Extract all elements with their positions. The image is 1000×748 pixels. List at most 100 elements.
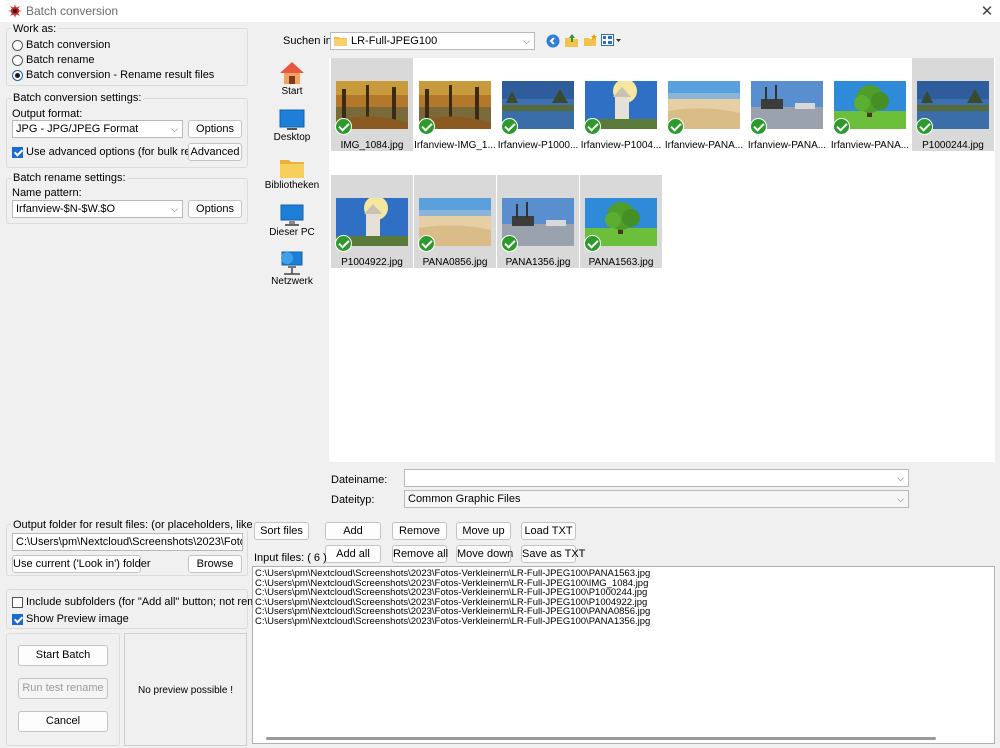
add-all-button[interactable]: Add all — [325, 545, 381, 563]
radio-label: Batch conversion — [26, 39, 111, 51]
file-thumbnail[interactable]: PANA0856.jpg — [414, 175, 496, 268]
save-as-txt-button[interactable]: Save as TXT — [521, 545, 585, 563]
radio-button[interactable] — [12, 54, 23, 66]
format-options-button[interactable]: Options — [188, 120, 242, 138]
file-thumbnail[interactable]: P1000244.jpg — [912, 58, 994, 151]
start-batch-button[interactable]: Start Batch — [18, 645, 108, 666]
file-thumbnail[interactable]: PANA1563.jpg — [580, 175, 662, 268]
up-folder-icon[interactable] — [564, 33, 579, 48]
network-icon — [281, 251, 303, 275]
move-down-button[interactable]: Move down — [456, 545, 513, 563]
filetype-select[interactable]: Common Graphic Files ⌵ — [404, 490, 909, 508]
place-label: Bibliotheken — [264, 180, 320, 191]
run-test-rename-button[interactable]: Run test rename — [18, 678, 108, 699]
look-in-select[interactable]: LR-Full-JPEG100 ⌵ — [330, 32, 535, 50]
file-thumbnail[interactable]: Irfanview-IMG_1... — [414, 58, 496, 151]
conversion-settings-title: Batch conversion settings: — [11, 92, 144, 104]
checkmark-icon — [418, 118, 435, 135]
place-label: Start — [281, 86, 303, 97]
file-thumbnail[interactable]: Irfanview-PANA... — [746, 58, 828, 151]
filetype-label: Dateityp: — [331, 494, 375, 506]
checkmark-icon — [584, 235, 601, 252]
cancel-button[interactable]: Cancel — [18, 711, 108, 732]
chevron-down-icon: ⌵ — [171, 204, 178, 214]
load-txt-button[interactable]: Load TXT — [521, 522, 576, 540]
look-in-value: LR-Full-JPEG100 — [351, 35, 438, 47]
file-thumbnail[interactable]: Irfanview-P1004... — [580, 58, 662, 151]
back-icon[interactable] — [546, 34, 560, 48]
radio-batch-conversion-rename[interactable]: Batch conversion - Rename result files — [12, 68, 214, 82]
file-name: PANA0856.jpg — [422, 257, 488, 268]
place-this-pc[interactable]: Dieser PC — [258, 203, 326, 238]
window-title: Batch conversion — [26, 4, 119, 18]
output-format-label: Output format: — [12, 108, 83, 120]
file-name: PANA1563.jpg — [588, 257, 654, 268]
include-subfolders-checkbox[interactable] — [12, 596, 23, 608]
place-network[interactable]: Netzwerk — [258, 250, 326, 287]
filename-label: Dateiname: — [331, 474, 388, 486]
remove-button[interactable]: Remove — [392, 522, 447, 540]
sort-files-button[interactable]: Sort files — [254, 522, 309, 540]
radio-batch-rename[interactable]: Batch rename — [12, 53, 94, 67]
place-desktop[interactable]: Desktop — [258, 108, 326, 143]
places-bar: Start Desktop Bibliotheken Dieser PC Net… — [258, 58, 326, 463]
output-format-select[interactable]: JPG - JPG/JPEG Format ⌵ — [12, 120, 183, 138]
filename-input[interactable]: ⌵ — [404, 469, 909, 487]
advanced-button[interactable]: Advanced — [188, 143, 242, 161]
rename-settings-title: Batch rename settings: — [11, 172, 128, 184]
place-libraries[interactable]: Bibliotheken — [258, 156, 326, 191]
output-folder-path[interactable]: C:\Users\pm\Nextcloud\Screenshots\2023\F… — [12, 533, 243, 551]
libraries-icon — [280, 160, 304, 178]
advanced-options-checkbox[interactable] — [12, 146, 23, 158]
folder-icon — [334, 37, 347, 46]
filetype-value: Common Graphic Files — [408, 493, 521, 505]
place-label: Desktop — [273, 132, 311, 143]
radio-batch-conversion[interactable]: Batch conversion — [12, 38, 110, 52]
move-up-button[interactable]: Move up — [456, 522, 511, 540]
file-name: Irfanview-PANA... — [747, 140, 827, 151]
use-current-folder-button[interactable]: Use current ('Look in') folder — [12, 555, 150, 573]
name-pattern-label: Name pattern: — [12, 187, 82, 199]
remove-all-button[interactable]: Remove all — [392, 545, 448, 563]
show-preview-checkbox[interactable] — [12, 613, 23, 625]
chevron-down-icon: ⌵ — [523, 36, 530, 46]
home-icon — [280, 62, 304, 84]
file-name: Irfanview-P1004... — [580, 140, 662, 151]
file-thumbnail[interactable]: Irfanview-P1000... — [497, 58, 579, 151]
output-format-value: JPG - JPG/JPEG Format — [16, 123, 139, 135]
radio-button-selected[interactable] — [12, 69, 23, 81]
file-thumbnail[interactable]: P1004922.jpg — [331, 175, 413, 268]
irfanview-logo-icon — [8, 4, 22, 18]
file-thumbnail[interactable]: Irfanview-PANA... — [663, 58, 745, 151]
close-button[interactable]: ✕ — [976, 1, 998, 21]
file-thumbnail[interactable]: Irfanview-PANA... — [829, 58, 911, 151]
output-folder-title: Output folder for result files: (or plac… — [11, 519, 279, 531]
radio-button[interactable] — [12, 39, 23, 51]
look-in-label: Suchen in: — [283, 35, 335, 47]
horizontal-scrollbar[interactable] — [266, 737, 936, 740]
browse-button[interactable]: Browse — [188, 555, 242, 573]
add-button[interactable]: Add — [325, 522, 381, 540]
file-name: P1000244.jpg — [922, 140, 984, 151]
chevron-down-icon: ⌵ — [897, 494, 904, 504]
radio-label: Batch conversion - Rename result files — [26, 69, 215, 81]
checkmark-icon — [335, 235, 352, 252]
new-folder-icon[interactable] — [583, 33, 598, 48]
file-thumbnail[interactable]: IMG_1084.jpg — [331, 58, 413, 151]
view-menu-icon[interactable] — [601, 34, 623, 47]
checkmark-icon — [833, 118, 850, 135]
this-pc-icon — [280, 204, 304, 226]
close-icon: ✕ — [980, 2, 994, 20]
file-thumbnail[interactable]: PANA1356.jpg — [497, 175, 579, 268]
rename-options-button[interactable]: Options — [188, 200, 242, 218]
place-label: Netzwerk — [271, 276, 313, 287]
show-preview-row[interactable]: Show Preview image — [12, 612, 129, 626]
input-files-list[interactable]: C:\Users\pm\Nextcloud\Screenshots\2023\F… — [252, 566, 995, 744]
name-pattern-input[interactable]: Irfanview-$N-$W.$O ⌵ — [12, 200, 183, 218]
place-start[interactable]: Start — [258, 60, 326, 97]
file-name: P1004922.jpg — [341, 257, 403, 268]
radio-label: Batch rename — [26, 54, 95, 66]
name-pattern-value: Irfanview-$N-$W.$O — [16, 203, 116, 215]
list-item[interactable]: C:\Users\pm\Nextcloud\Screenshots\2023\F… — [255, 616, 650, 627]
file-name: IMG_1084.jpg — [340, 140, 404, 151]
